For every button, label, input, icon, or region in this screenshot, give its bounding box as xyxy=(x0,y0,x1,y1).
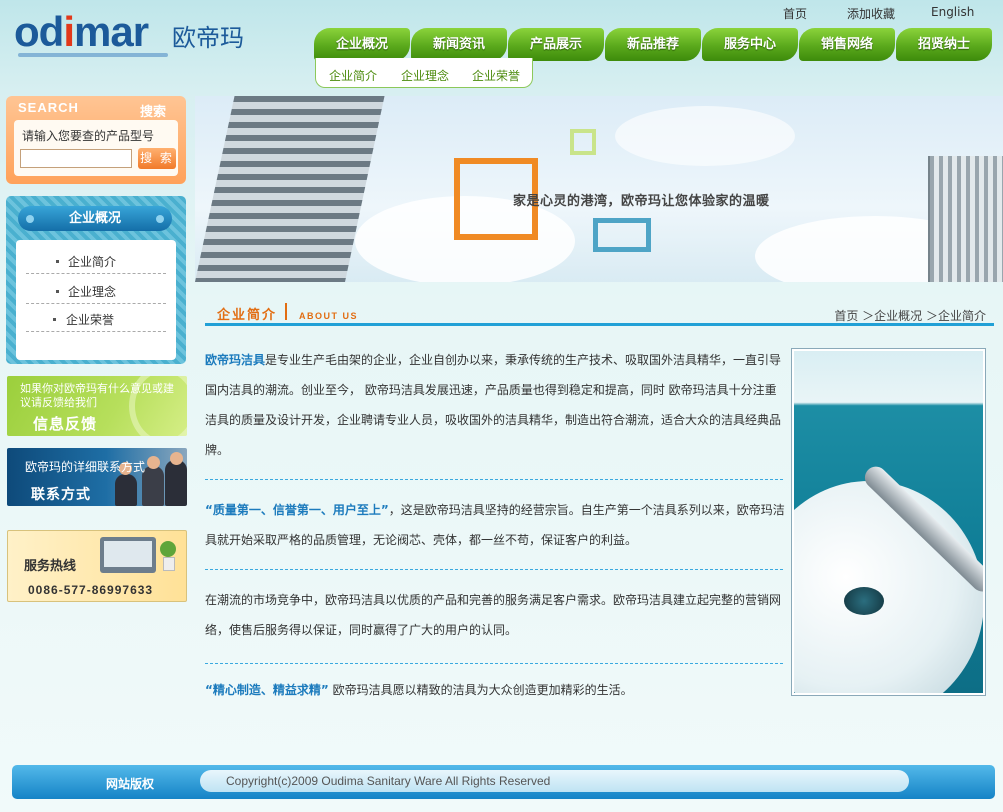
nav-sales-network[interactable]: 销售网络 xyxy=(799,28,895,61)
sink-basin-image xyxy=(794,481,983,693)
breadcrumb: 首页 ＞企业概况 ＞企业简介 xyxy=(834,309,986,323)
hero-banner: 家是心灵的港湾，欧帝玛让您体验家的温暖 xyxy=(195,96,1003,282)
nav-products[interactable]: 产品展示 xyxy=(508,28,604,61)
feedback-banner[interactable]: 如果你对欧帝玛有什么意见或建议请反馈给我们 信息反馈 xyxy=(7,376,187,436)
footer: 网站版权 Copyright(c)2009 Oudima Sanitary Wa… xyxy=(12,765,995,799)
search-button[interactable]: 搜 索 xyxy=(138,148,176,169)
search-panel: SEARCH 搜索 请输入您要查的产品型号 搜 索 xyxy=(6,96,186,184)
search-input[interactable] xyxy=(20,149,132,168)
copyright-text: Copyright(c)2009 Oudima Sanitary Ware Al… xyxy=(226,774,551,788)
logo-chinese-name: 欧帝玛 xyxy=(172,24,244,52)
nav-new-products[interactable]: 新品推荐 xyxy=(605,28,701,61)
logo-swoosh xyxy=(18,53,168,57)
side-menu-title: 企业概况 xyxy=(18,206,172,231)
side-menu-item-label: 企业简介 xyxy=(68,255,117,269)
dashed-divider xyxy=(205,569,783,570)
business-person-image xyxy=(142,466,164,506)
sink-drain-image xyxy=(844,587,884,615)
side-menu-item-intro[interactable]: 企业简介 xyxy=(26,250,166,274)
business-person-image xyxy=(165,460,187,506)
section-header: 企业简介 ABOUT US 首页 ＞企业概况 ＞企业简介 xyxy=(205,298,994,326)
sub-nav: 企业简介 企业理念 企业荣誉 xyxy=(315,58,533,88)
nav-careers[interactable]: 招贤纳士 xyxy=(896,28,992,61)
contact-banner[interactable]: 欧帝玛的详细联系方式 联系方式 xyxy=(7,448,187,506)
subnav-company-honors[interactable]: 企业荣誉 xyxy=(472,67,520,84)
hotline-phone: 0086-577-86997633 xyxy=(28,583,154,597)
skyscraper-image xyxy=(928,156,1003,282)
nav-company-overview[interactable]: 企业概况 xyxy=(314,28,410,61)
footer-copyright-tag: 网站版权 xyxy=(106,777,155,791)
dashed-divider xyxy=(205,479,783,480)
title-divider xyxy=(285,303,287,320)
laptop-icon xyxy=(100,537,156,573)
business-person-image xyxy=(170,452,183,465)
dashed-divider xyxy=(205,663,783,664)
subnav-company-philosophy[interactable]: 企业理念 xyxy=(401,67,449,84)
side-menu-item-label: 企业荣誉 xyxy=(66,313,115,327)
decorative-green-square xyxy=(570,129,596,155)
top-links: 首页 添加收藏 English xyxy=(783,5,983,21)
bullet-icon xyxy=(53,318,56,321)
bullet-icon xyxy=(56,260,59,263)
copyright-bar: Copyright(c)2009 Oudima Sanitary Ware Al… xyxy=(200,770,909,792)
side-menu-item-honors[interactable]: 企业荣誉 xyxy=(26,308,166,332)
cloud-image xyxy=(615,106,795,166)
decorative-blue-square xyxy=(593,218,651,252)
sink-faucet-image xyxy=(794,351,983,693)
business-person-image xyxy=(147,456,160,469)
nav-news[interactable]: 新闻资讯 xyxy=(411,28,507,61)
product-photo xyxy=(791,348,986,696)
top-link-bookmark[interactable]: 添加收藏 xyxy=(847,5,895,22)
section-title-en: ABOUT US xyxy=(299,311,358,321)
side-menu-list: 企业简介 企业理念 企业荣誉 xyxy=(16,240,176,360)
brand-logo[interactable]: odimar 欧帝玛 xyxy=(14,8,274,58)
article-paragraph: 欧帝玛洁具是专业生产毛由架的企业，企业自创办以来，秉承传统的生产技术、吸取国外洁… xyxy=(205,353,782,457)
bullet-icon xyxy=(56,290,59,293)
service-hotline-banner[interactable]: 服务热线 0086-577-86997633 xyxy=(7,530,187,602)
brand-highlight: 欧帝玛洁具 xyxy=(205,353,266,367)
side-menu-item-philosophy[interactable]: 企业理念 xyxy=(26,280,166,304)
motto-highlight: “精心制造、精益求精” xyxy=(205,683,329,697)
skyscraper-image xyxy=(195,96,385,282)
banner-slogan: 家是心灵的港湾，欧帝玛让您体验家的温暖 xyxy=(513,194,770,209)
nav-service-center[interactable]: 服务中心 xyxy=(702,28,798,61)
subnav-company-intro[interactable]: 企业简介 xyxy=(329,67,377,84)
section-title: 企业简介 xyxy=(217,308,278,323)
logo-wordmark: odimar xyxy=(14,8,149,55)
contact-banner-title: 联系方式 xyxy=(31,487,91,503)
main-nav: 企业概况 新闻资讯 产品展示 新品推荐 服务中心 销售网络 招贤纳士 xyxy=(314,28,992,61)
feedback-banner-title: 信息反馈 xyxy=(33,415,98,433)
article-paragraph: “精心制造、精益求精” 欧帝玛洁具愿以精致的洁具为大众创造更加精彩的生活。 xyxy=(205,683,633,697)
search-title-cn: 搜索 xyxy=(139,105,166,120)
feedback-banner-text: 如果你对欧帝玛有什么意见或建议请反馈给我们 xyxy=(20,382,174,409)
article-paragraph: 在潮流的市场竞争中，欧帝玛洁具以优质的产品和完善的服务满足客户需求。欧帝玛洁具建… xyxy=(205,593,782,637)
contact-banner-text: 欧帝玛的详细联系方式 xyxy=(25,460,146,474)
side-menu: 企业概况 企业简介 企业理念 企业荣誉 xyxy=(6,196,186,364)
business-person-image xyxy=(115,474,137,506)
top-link-home[interactable]: 首页 xyxy=(783,5,807,22)
search-title-en: SEARCH xyxy=(18,100,79,115)
search-hint: 请输入您要查的产品型号 xyxy=(22,129,155,143)
search-form: 请输入您要查的产品型号 搜 索 xyxy=(14,120,178,176)
plant-icon xyxy=(158,541,178,571)
article-paragraph: “质量第一、信誉第一、用户至上”，这是欧帝玛洁具坚持的经营宗旨。自生产第一个洁具… xyxy=(205,503,785,547)
hotline-title: 服务热线 xyxy=(24,559,77,574)
top-link-english[interactable]: English xyxy=(931,5,974,19)
side-menu-item-label: 企业理念 xyxy=(68,285,117,299)
motto-highlight: “质量第一、信誉第一、用户至上” xyxy=(205,503,389,517)
